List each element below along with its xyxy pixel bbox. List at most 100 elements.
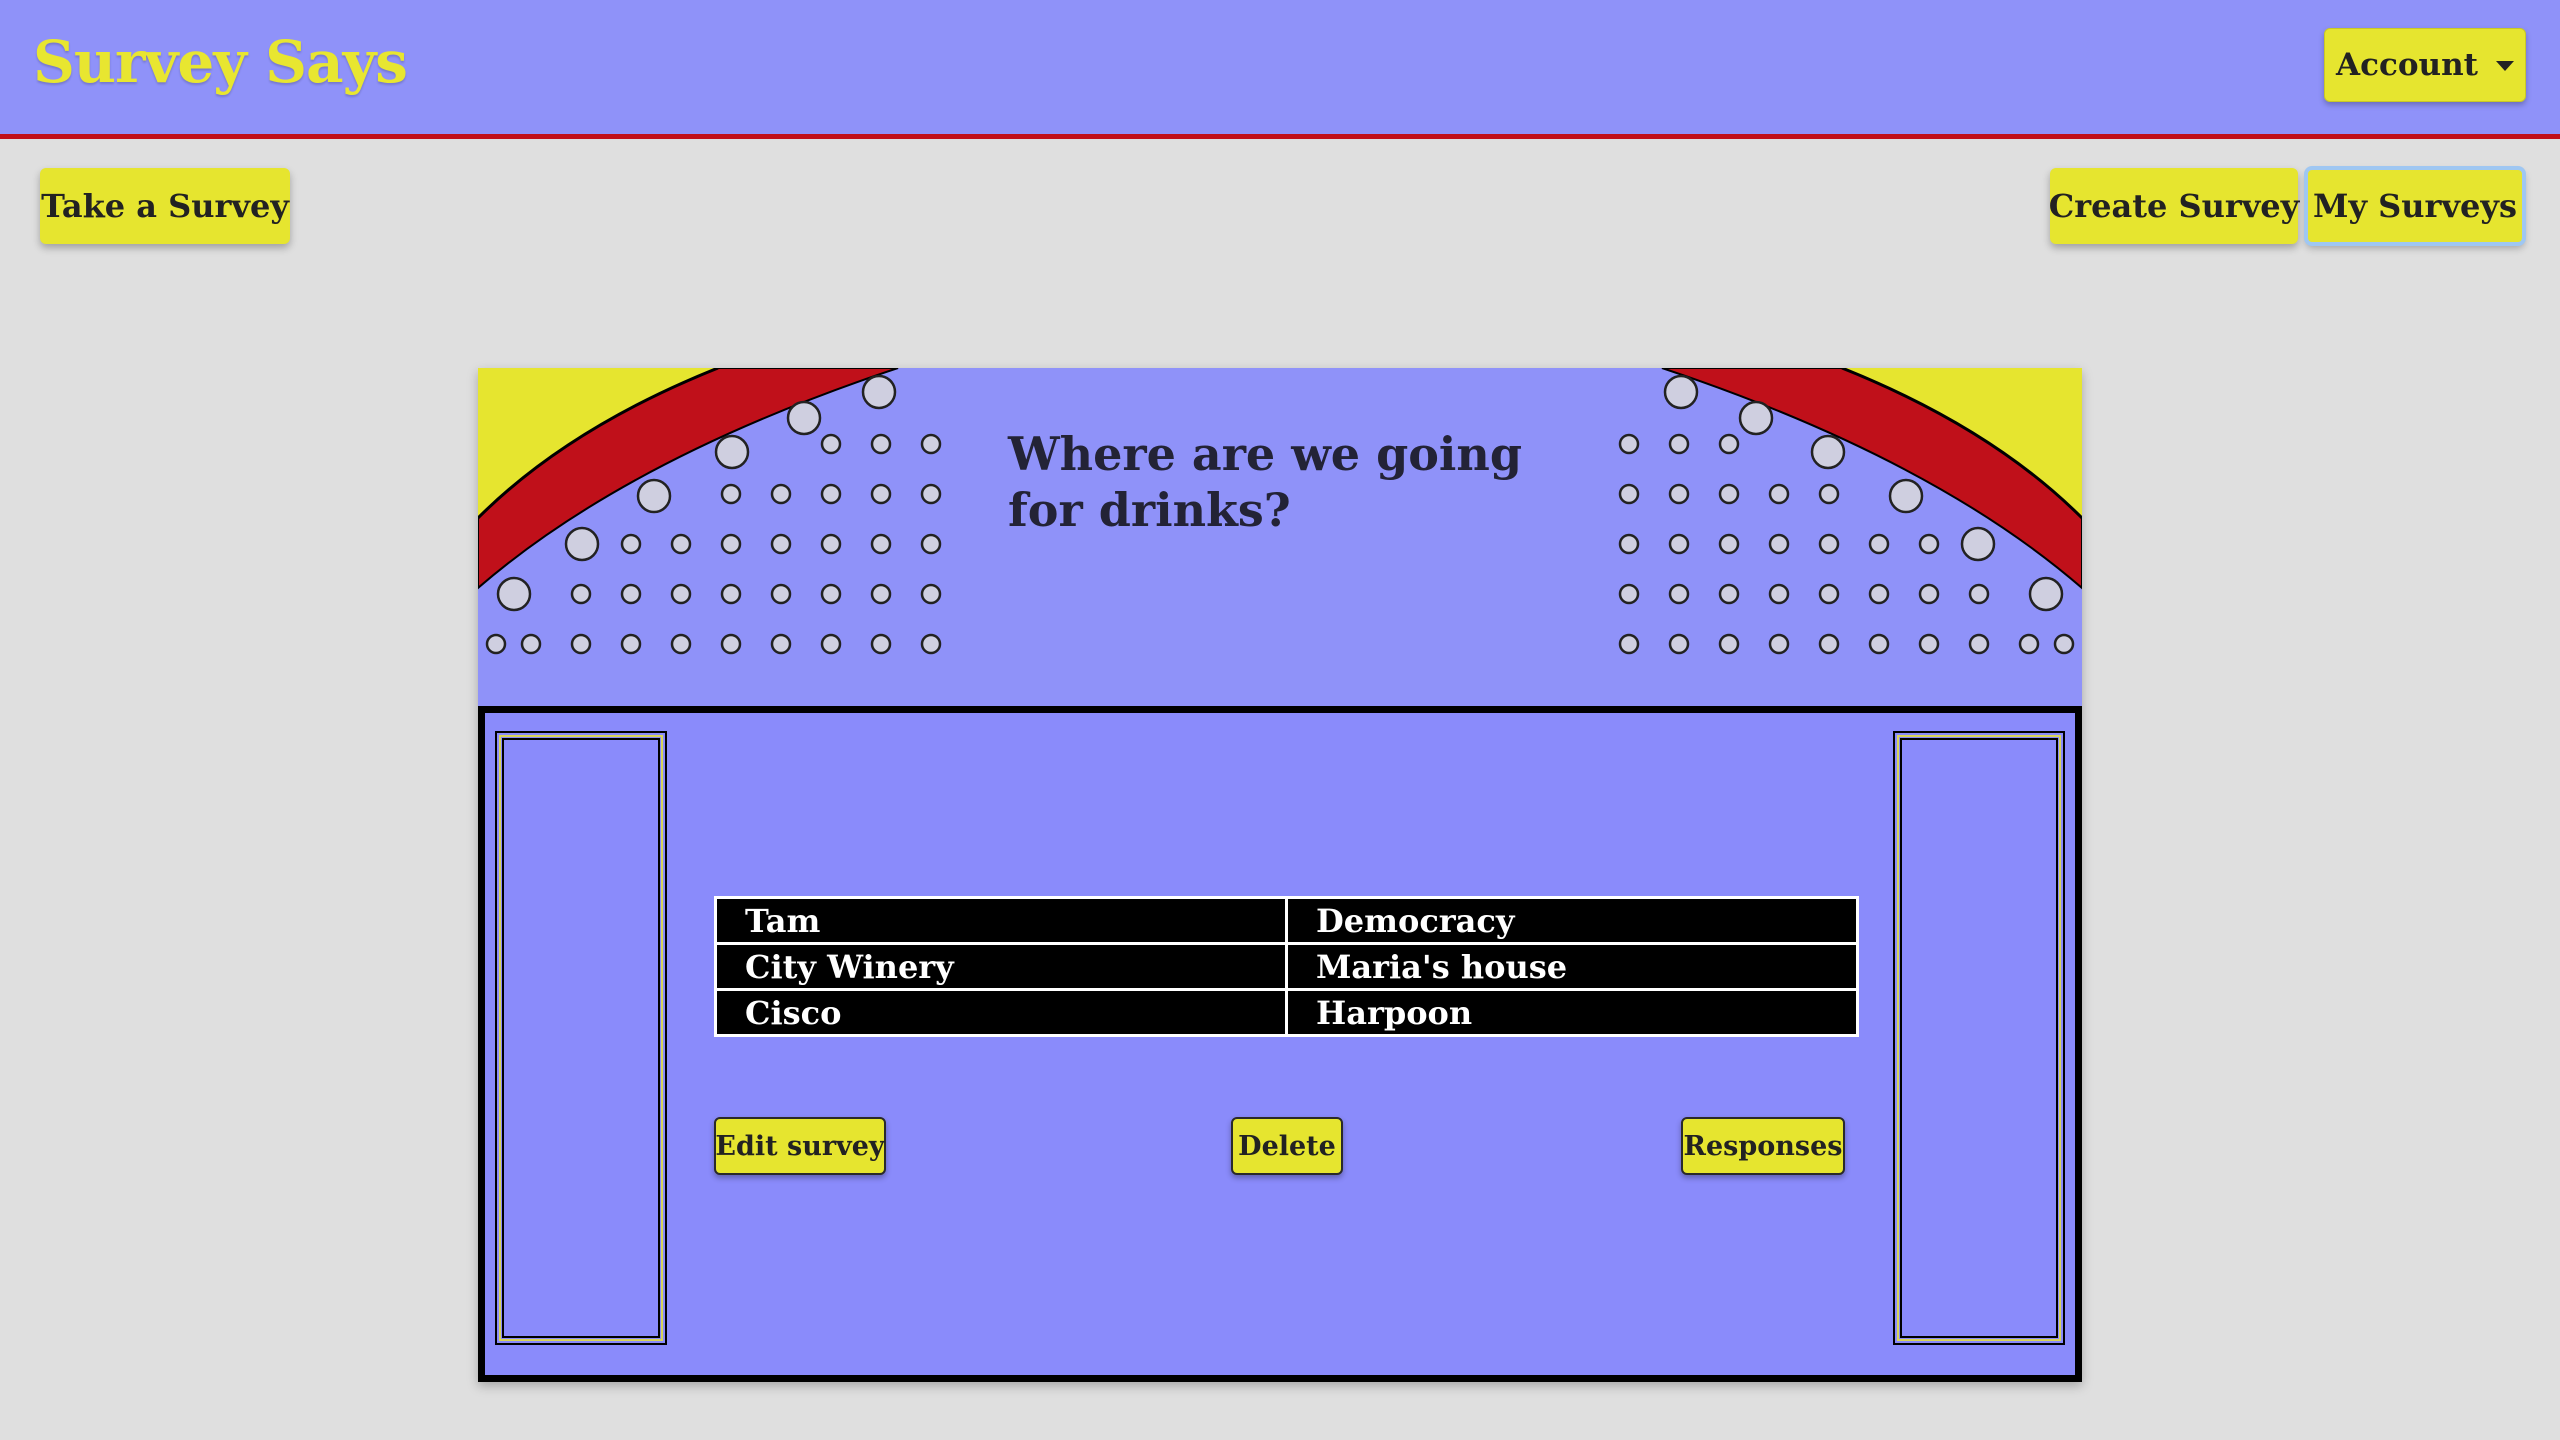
- light-bulb: [1738, 400, 1774, 436]
- board-header: Where are we going for drinks?: [478, 368, 2082, 706]
- take-survey-button[interactable]: Take a Survey: [40, 168, 290, 244]
- light-bulb: [1768, 533, 1790, 555]
- light-bulb: [520, 633, 542, 655]
- chevron-down-icon: [2495, 61, 2514, 71]
- light-bulb: [1668, 483, 1690, 505]
- light-bulb: [820, 533, 842, 555]
- light-bulb: [1888, 478, 1924, 514]
- light-bulb: [920, 433, 942, 455]
- light-bulb: [770, 533, 792, 555]
- light-bulb: [1868, 583, 1890, 605]
- light-bulb: [720, 483, 742, 505]
- light-bulb: [670, 633, 692, 655]
- light-bulb: [1618, 483, 1640, 505]
- responses-button[interactable]: Responses: [1681, 1117, 1845, 1175]
- light-bulb: [1918, 633, 1940, 655]
- light-bulb: [870, 433, 892, 455]
- light-bulb: [485, 633, 507, 655]
- answer-cell: Harpoon: [1285, 988, 1859, 1037]
- answer-cell: City Winery: [714, 942, 1288, 991]
- light-bulb: [1968, 633, 1990, 655]
- account-dropdown-button[interactable]: Account: [2324, 28, 2526, 102]
- answers-table: Tam Democracy City Winery Maria's house Cisc…: [714, 896, 1859, 1037]
- light-bulb: [1818, 483, 1840, 505]
- brand-logo[interactable]: Survey Says: [33, 28, 408, 96]
- light-bulb: [820, 583, 842, 605]
- create-survey-button[interactable]: Create Survey: [2049, 168, 2299, 244]
- light-bulb: [920, 583, 942, 605]
- light-bulb: [620, 633, 642, 655]
- top-navbar: Survey Says Account: [0, 0, 2560, 139]
- light-bulb: [920, 633, 942, 655]
- light-bulb: [1618, 583, 1640, 605]
- light-bulb: [1718, 533, 1740, 555]
- light-bulb: [1918, 533, 1940, 555]
- light-bulb: [1668, 533, 1690, 555]
- light-bulb: [2018, 633, 2040, 655]
- light-bulb: [920, 483, 942, 505]
- light-bulb: [720, 583, 742, 605]
- light-bulb: [870, 633, 892, 655]
- light-bulb: [1718, 583, 1740, 605]
- light-bulb: [920, 533, 942, 555]
- light-bulb: [720, 533, 742, 555]
- survey-board: Where are we going for drinks? Tam Democr…: [478, 368, 2082, 1382]
- light-bulb: [1718, 433, 1740, 455]
- answer-row: Tam Democracy: [714, 896, 1859, 945]
- light-bulb: [1668, 433, 1690, 455]
- light-bulb: [770, 483, 792, 505]
- light-bulb: [564, 526, 600, 562]
- light-bulb: [620, 533, 642, 555]
- light-bulb: [1718, 633, 1740, 655]
- edit-survey-button[interactable]: Edit survey: [714, 1117, 886, 1175]
- light-bulb: [870, 483, 892, 505]
- answer-board: Tam Democracy City Winery Maria's house Cisc…: [478, 706, 2082, 1382]
- light-bulb: [1960, 526, 1996, 562]
- light-bulb: [1668, 583, 1690, 605]
- light-bulb: [720, 633, 742, 655]
- light-bulb: [670, 583, 692, 605]
- survey-question: Where are we going for drinks?: [1008, 427, 1523, 537]
- my-surveys-button[interactable]: My Surveys: [2304, 166, 2526, 246]
- light-bulb: [820, 633, 842, 655]
- light-bulb: [820, 483, 842, 505]
- answer-row: City Winery Maria's house: [714, 942, 1859, 991]
- light-bulb: [496, 576, 532, 612]
- account-label: Account: [2336, 47, 2478, 83]
- light-bulb: [570, 583, 592, 605]
- light-bulb: [1618, 533, 1640, 555]
- right-side-panel: [1893, 731, 2065, 1345]
- answer-cell: Democracy: [1285, 896, 1859, 945]
- light-bulb: [1768, 483, 1790, 505]
- light-bulb: [1768, 583, 1790, 605]
- light-bulb: [670, 533, 692, 555]
- light-bulb: [1868, 633, 1890, 655]
- light-bulb: [2053, 633, 2075, 655]
- answer-cell: Maria's house: [1285, 942, 1859, 991]
- light-bulb: [770, 633, 792, 655]
- light-bulb: [636, 478, 672, 514]
- light-bulb: [620, 583, 642, 605]
- light-bulb: [1818, 633, 1840, 655]
- light-bulb: [870, 533, 892, 555]
- answer-cell: Tam: [714, 896, 1288, 945]
- light-bulb: [1918, 583, 1940, 605]
- light-bulb: [1668, 633, 1690, 655]
- left-side-panel: [495, 731, 667, 1345]
- light-bulb: [1868, 533, 1890, 555]
- light-bulb: [1768, 633, 1790, 655]
- light-bulb: [820, 433, 842, 455]
- light-bulb: [870, 583, 892, 605]
- light-bulb: [714, 434, 750, 470]
- light-bulb: [1663, 374, 1699, 410]
- light-bulb: [1618, 633, 1640, 655]
- light-bulb: [2028, 576, 2064, 612]
- light-bulb: [861, 374, 897, 410]
- light-bulb: [1818, 533, 1840, 555]
- delete-survey-button[interactable]: Delete: [1231, 1117, 1343, 1175]
- answer-cell: Cisco: [714, 988, 1288, 1037]
- light-bulb: [1618, 433, 1640, 455]
- light-bulb: [1818, 583, 1840, 605]
- light-bulb: [1968, 583, 1990, 605]
- light-bulb: [1810, 434, 1846, 470]
